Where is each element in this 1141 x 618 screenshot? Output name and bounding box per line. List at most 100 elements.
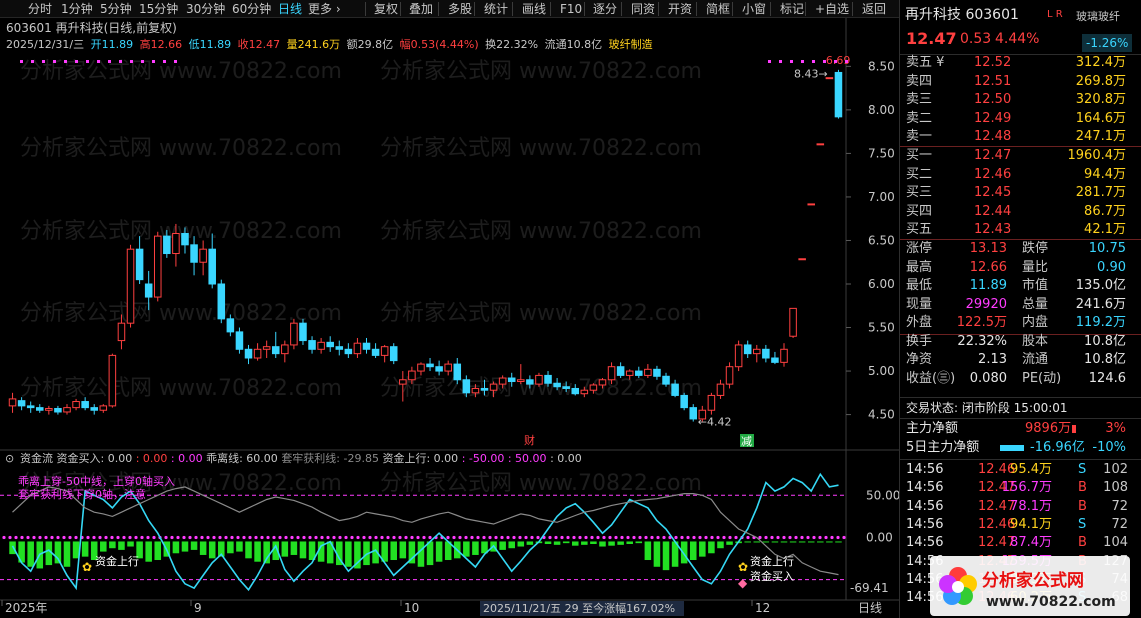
ask-row: 卖三 12.50 320.8万: [906, 92, 1126, 107]
fund-bar: [544, 541, 552, 544]
fund-bar: [227, 541, 234, 554]
candle-body: [408, 370, 416, 381]
zero-dot: [680, 535, 684, 540]
fund-bar: [426, 541, 434, 566]
candle-body: [471, 387, 480, 394]
kline-chart[interactable]: 分析家公式网 www.70822.com 分析家公式网 www.70822.com…: [0, 0, 899, 618]
fund-bar: [744, 541, 751, 543]
fund-bar: [109, 541, 116, 549]
candle-body: [753, 348, 761, 355]
zero-dot: [782, 535, 786, 540]
stat-row: 收益(㊂) 0.080 PE(动) 124.6: [906, 370, 1126, 386]
fund-bar: [835, 541, 842, 543]
fund-bar: [236, 541, 243, 552]
indicator-note: 乖离上穿-50中线，上穿0轴买入: [18, 474, 175, 488]
zero-dot: [134, 535, 138, 540]
signal-dot: [834, 60, 837, 63]
zero-dot: [308, 535, 312, 540]
candle-body: [544, 374, 552, 384]
price-tick-label: 6.50: [868, 233, 895, 247]
candle-body: [507, 377, 516, 383]
bid-row: 买三 12.45 281.7万: [906, 185, 1126, 200]
candle-body: [771, 357, 779, 363]
zero-dot: [794, 535, 798, 540]
zero-dot: [458, 535, 462, 540]
price-tick-label: 8.50: [868, 59, 895, 73]
candle-body: [8, 398, 17, 407]
stat-row: 涨停 13.13 跌停 10.75: [906, 241, 1126, 256]
cursor-date: 2025/11/21/五 29 至今涨幅167.02%: [483, 601, 675, 615]
zero-dot: [830, 535, 834, 540]
diamond-icon: ◆: [738, 576, 748, 590]
period-label[interactable]: 日线: [858, 601, 882, 615]
zero-dot: [374, 535, 378, 540]
stat-row: 最高 12.66 量比 0.90: [906, 259, 1126, 275]
zero-dot: [98, 535, 102, 540]
signal-dot: [86, 60, 89, 63]
zero-dot: [266, 535, 270, 540]
zero-dot: [584, 535, 588, 540]
candle-body: [734, 344, 743, 368]
reduce-marker: 减: [741, 435, 752, 448]
zero-dot: [326, 535, 330, 540]
fund-bar: [190, 541, 198, 550]
fund-bar: [499, 541, 506, 550]
fund-bar: [127, 541, 134, 547]
fund-bar: [562, 541, 570, 544]
zero-dot: [428, 535, 432, 540]
candle-body: [153, 235, 162, 298]
fund-bar: [517, 541, 525, 547]
zero-dot: [218, 535, 222, 540]
bid-row: 买二 12.46 94.4万: [906, 166, 1126, 182]
zero-dot: [8, 535, 12, 540]
candle-body: [63, 407, 71, 413]
zero-dot: [254, 535, 258, 540]
fund-bar: [717, 541, 724, 549]
last-high-label: 8.43→: [794, 67, 828, 80]
zero-dot: [620, 535, 624, 540]
tick-row: 14:56 12.47 78.1万 B 72: [906, 498, 1128, 514]
sector-badge[interactable]: 玻璃玻纤 -1.26%: [900, 8, 1141, 52]
fund-bar: [81, 541, 89, 557]
time-tick-label: 10: [404, 601, 419, 615]
zero-dot: [176, 535, 180, 540]
svg-text:www.70822.com: www.70822.com: [986, 594, 1116, 610]
price-tick-label: 7.00: [868, 190, 895, 204]
zero-dot: [140, 535, 144, 540]
zero-dot: [452, 535, 456, 540]
zero-dot: [716, 535, 720, 540]
zero-dot: [650, 535, 654, 540]
fund-bar: [807, 541, 815, 543]
zero-dot: [842, 535, 846, 540]
zero-dot: [410, 535, 414, 540]
candle-body: [226, 318, 235, 333]
zero-dot: [224, 535, 228, 540]
zero-dot: [728, 535, 732, 540]
tick-row: 14:56 12.46 94.1万 S 72: [906, 516, 1128, 532]
candle-body: [662, 375, 670, 385]
fund-bar: [771, 541, 779, 543]
tick-row: 14:56 12.46 95.4万 S 102: [906, 462, 1128, 477]
fund-bar: [27, 541, 34, 567]
candle-body: [281, 344, 289, 355]
fund-bar: [662, 541, 670, 571]
candle-body: [117, 322, 126, 342]
zero-dot: [170, 535, 174, 540]
bid-row: 买四 12.44 86.7万: [906, 203, 1126, 219]
zero-dot: [356, 535, 360, 540]
fund-bar: [154, 541, 162, 561]
zero-dot: [824, 535, 828, 540]
zero-dot: [608, 535, 612, 540]
fund-bar: [762, 541, 770, 543]
zero-dot: [776, 535, 780, 540]
zero-dot: [350, 535, 354, 540]
signal-dot: [75, 60, 78, 63]
signal-dot: [801, 60, 804, 63]
fund-bar: [299, 541, 307, 559]
fund-bar: [417, 541, 425, 567]
zero-dot: [320, 535, 324, 540]
fund-bar: [199, 541, 207, 555]
signal-dot: [779, 60, 782, 63]
collapse-icon[interactable]: ⊙: [5, 452, 14, 465]
fund-bar: [245, 541, 252, 559]
